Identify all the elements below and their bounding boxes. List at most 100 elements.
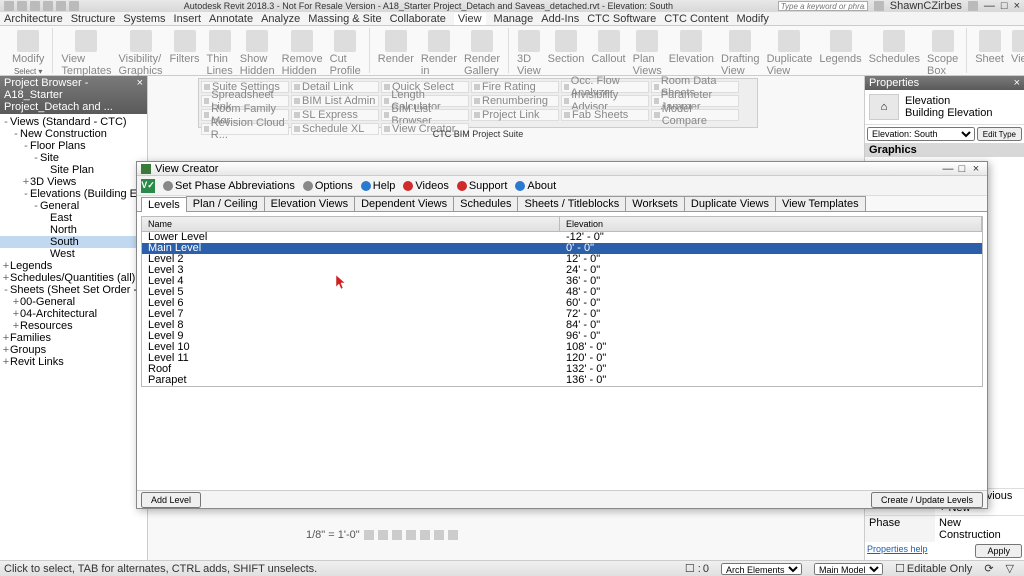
ribbon-tab[interactable]: CTC Content: [664, 13, 728, 25]
ribbon-button[interactable]: View: [1009, 28, 1024, 67]
dialog-minimize-button[interactable]: —: [941, 163, 955, 175]
ribbon-button[interactable]: Filters: [168, 28, 202, 67]
ctc-button[interactable]: Fire Rating: [471, 81, 559, 93]
ribbon-button[interactable]: 3D View: [515, 28, 543, 79]
minimize-button[interactable]: —: [984, 0, 995, 12]
tree-node[interactable]: Site Plan: [0, 164, 147, 176]
table-row[interactable]: Level 772' - 0": [142, 309, 982, 320]
ribbon-tab[interactable]: Architecture: [4, 13, 63, 25]
filter-icon[interactable]: ▽: [1006, 562, 1014, 575]
table-row[interactable]: Main Level0' - 0": [142, 243, 982, 254]
browser-close-icon[interactable]: ×: [137, 77, 143, 113]
tree-node[interactable]: -Views (Standard - CTC): [0, 116, 147, 128]
ribbon-tab[interactable]: Insert: [174, 13, 202, 25]
ribbon-button[interactable]: Sheet: [973, 28, 1006, 67]
table-row[interactable]: Level 884' - 0": [142, 320, 982, 331]
table-row[interactable]: Roof132' - 0": [142, 364, 982, 375]
save-icon[interactable]: [30, 1, 40, 11]
redo-icon[interactable]: [56, 1, 66, 11]
workset-select[interactable]: Main Model: [814, 563, 883, 575]
tree-node[interactable]: +3D Views: [0, 176, 147, 188]
shadows-icon[interactable]: [406, 530, 416, 540]
scale-label[interactable]: 1/8" = 1'-0": [306, 529, 360, 541]
tree-node[interactable]: +Revit Links: [0, 356, 147, 368]
col-elevation[interactable]: Elevation: [560, 217, 982, 231]
ribbon-button[interactable]: Thin Lines: [205, 28, 235, 79]
ribbon-tab[interactable]: Add-Ins: [541, 13, 579, 25]
toolbar-item[interactable]: Support: [457, 180, 508, 192]
ribbon-button[interactable]: Legends: [817, 28, 863, 67]
tree-node[interactable]: +00-General: [0, 296, 147, 308]
ribbon-tab[interactable]: Modify: [737, 13, 769, 25]
dialog-tab[interactable]: Elevation Views: [264, 196, 355, 211]
table-row[interactable]: Lower Level-12' - 0": [142, 232, 982, 243]
open-icon[interactable]: [17, 1, 27, 11]
ctc-button[interactable]: SL Express: [291, 109, 379, 121]
table-row[interactable]: Level 660' - 0": [142, 298, 982, 309]
crop-icon[interactable]: [420, 530, 430, 540]
ribbon-button[interactable]: Modify: [10, 28, 46, 67]
ribbon-button[interactable]: Render: [376, 28, 416, 67]
toolbar-item[interactable]: Help: [361, 180, 396, 192]
selection-count[interactable]: ☐ :0: [685, 562, 709, 575]
ribbon-button[interactable]: Section: [546, 28, 587, 67]
table-row[interactable]: Level 212' - 0": [142, 254, 982, 265]
table-row[interactable]: Level 10108' - 0": [142, 342, 982, 353]
editable-only[interactable]: ☐ Editable Only: [895, 562, 972, 575]
tree-node[interactable]: -Site: [0, 152, 147, 164]
table-row[interactable]: Level 548' - 0": [142, 287, 982, 298]
ribbon-tab[interactable]: Massing & Site: [308, 13, 381, 25]
tree-node[interactable]: +Families: [0, 332, 147, 344]
dialog-tab[interactable]: Duplicate Views: [684, 196, 776, 211]
crop-region-icon[interactable]: [434, 530, 444, 540]
tree-node[interactable]: East: [0, 212, 147, 224]
ribbon-button[interactable]: Render Gallery: [462, 28, 502, 79]
tree-node[interactable]: +Legends: [0, 260, 147, 272]
levels-table[interactable]: Name Elevation Lower Level-12' - 0"Main …: [141, 216, 983, 387]
tree-node[interactable]: -Floor Plans: [0, 140, 147, 152]
ribbon-button[interactable]: View Templates: [59, 28, 113, 79]
ribbon-button[interactable]: Scope Box: [925, 28, 960, 79]
tree-node[interactable]: -Sheets (Sheet Set Order - CTC): [0, 284, 147, 296]
ribbon-button[interactable]: Drafting View: [719, 28, 762, 79]
ribbon-tab[interactable]: Manage: [494, 13, 534, 25]
tree-node[interactable]: -New Construction: [0, 128, 147, 140]
tree-node[interactable]: +Resources: [0, 320, 147, 332]
ctc-button[interactable]: Revision Cloud R...: [201, 123, 289, 135]
dialog-tab[interactable]: Dependent Views: [354, 196, 454, 211]
tree-node[interactable]: +04-Architectural: [0, 308, 147, 320]
dialog-tab[interactable]: Schedules: [453, 196, 518, 211]
table-row[interactable]: Level 996' - 0": [142, 331, 982, 342]
ribbon-tab[interactable]: Structure: [71, 13, 116, 25]
ribbon-tab[interactable]: Systems: [123, 13, 165, 25]
create-update-button[interactable]: Create / Update Levels: [871, 492, 983, 508]
signin-icon[interactable]: [874, 1, 884, 11]
ribbon-tab[interactable]: Collaborate: [390, 13, 446, 25]
sync-icon[interactable]: ⟳: [984, 562, 993, 575]
tree-node[interactable]: West: [0, 248, 147, 260]
ribbon-button[interactable]: Cut Profile: [328, 28, 363, 79]
tree-node[interactable]: South: [0, 236, 147, 248]
dialog-tab[interactable]: Sheets / Titleblocks: [517, 196, 626, 211]
tree-node[interactable]: +Schedules/Quantities (all): [0, 272, 147, 284]
view-control-bar[interactable]: 1/8" = 1'-0": [306, 528, 458, 542]
apply-button[interactable]: Apply: [975, 544, 1022, 558]
ctc-button[interactable]: Detail Link: [291, 81, 379, 93]
ctc-button[interactable]: BIM List Admin: [291, 95, 379, 107]
ribbon-button[interactable]: Schedules: [867, 28, 922, 67]
ribbon-button[interactable]: Callout: [589, 28, 627, 67]
filter-select[interactable]: Arch Elements: [721, 563, 802, 575]
ctc-button[interactable]: Model Compare: [651, 109, 739, 121]
ribbon-tab[interactable]: Annotate: [209, 13, 253, 25]
ribbon-button[interactable]: Visibility/ Graphics: [117, 28, 165, 79]
properties-help-link[interactable]: Properties help: [867, 544, 973, 558]
dialog-titlebar[interactable]: View Creator — □ ×: [137, 162, 987, 176]
hide-icon[interactable]: [448, 530, 458, 540]
search-input[interactable]: [778, 1, 868, 11]
dialog-maximize-button[interactable]: □: [955, 163, 969, 175]
tree-node[interactable]: +Groups: [0, 344, 147, 356]
col-name[interactable]: Name: [142, 217, 560, 231]
revit-icon[interactable]: [4, 1, 14, 11]
table-row[interactable]: Level 324' - 0": [142, 265, 982, 276]
undo-icon[interactable]: [43, 1, 53, 11]
